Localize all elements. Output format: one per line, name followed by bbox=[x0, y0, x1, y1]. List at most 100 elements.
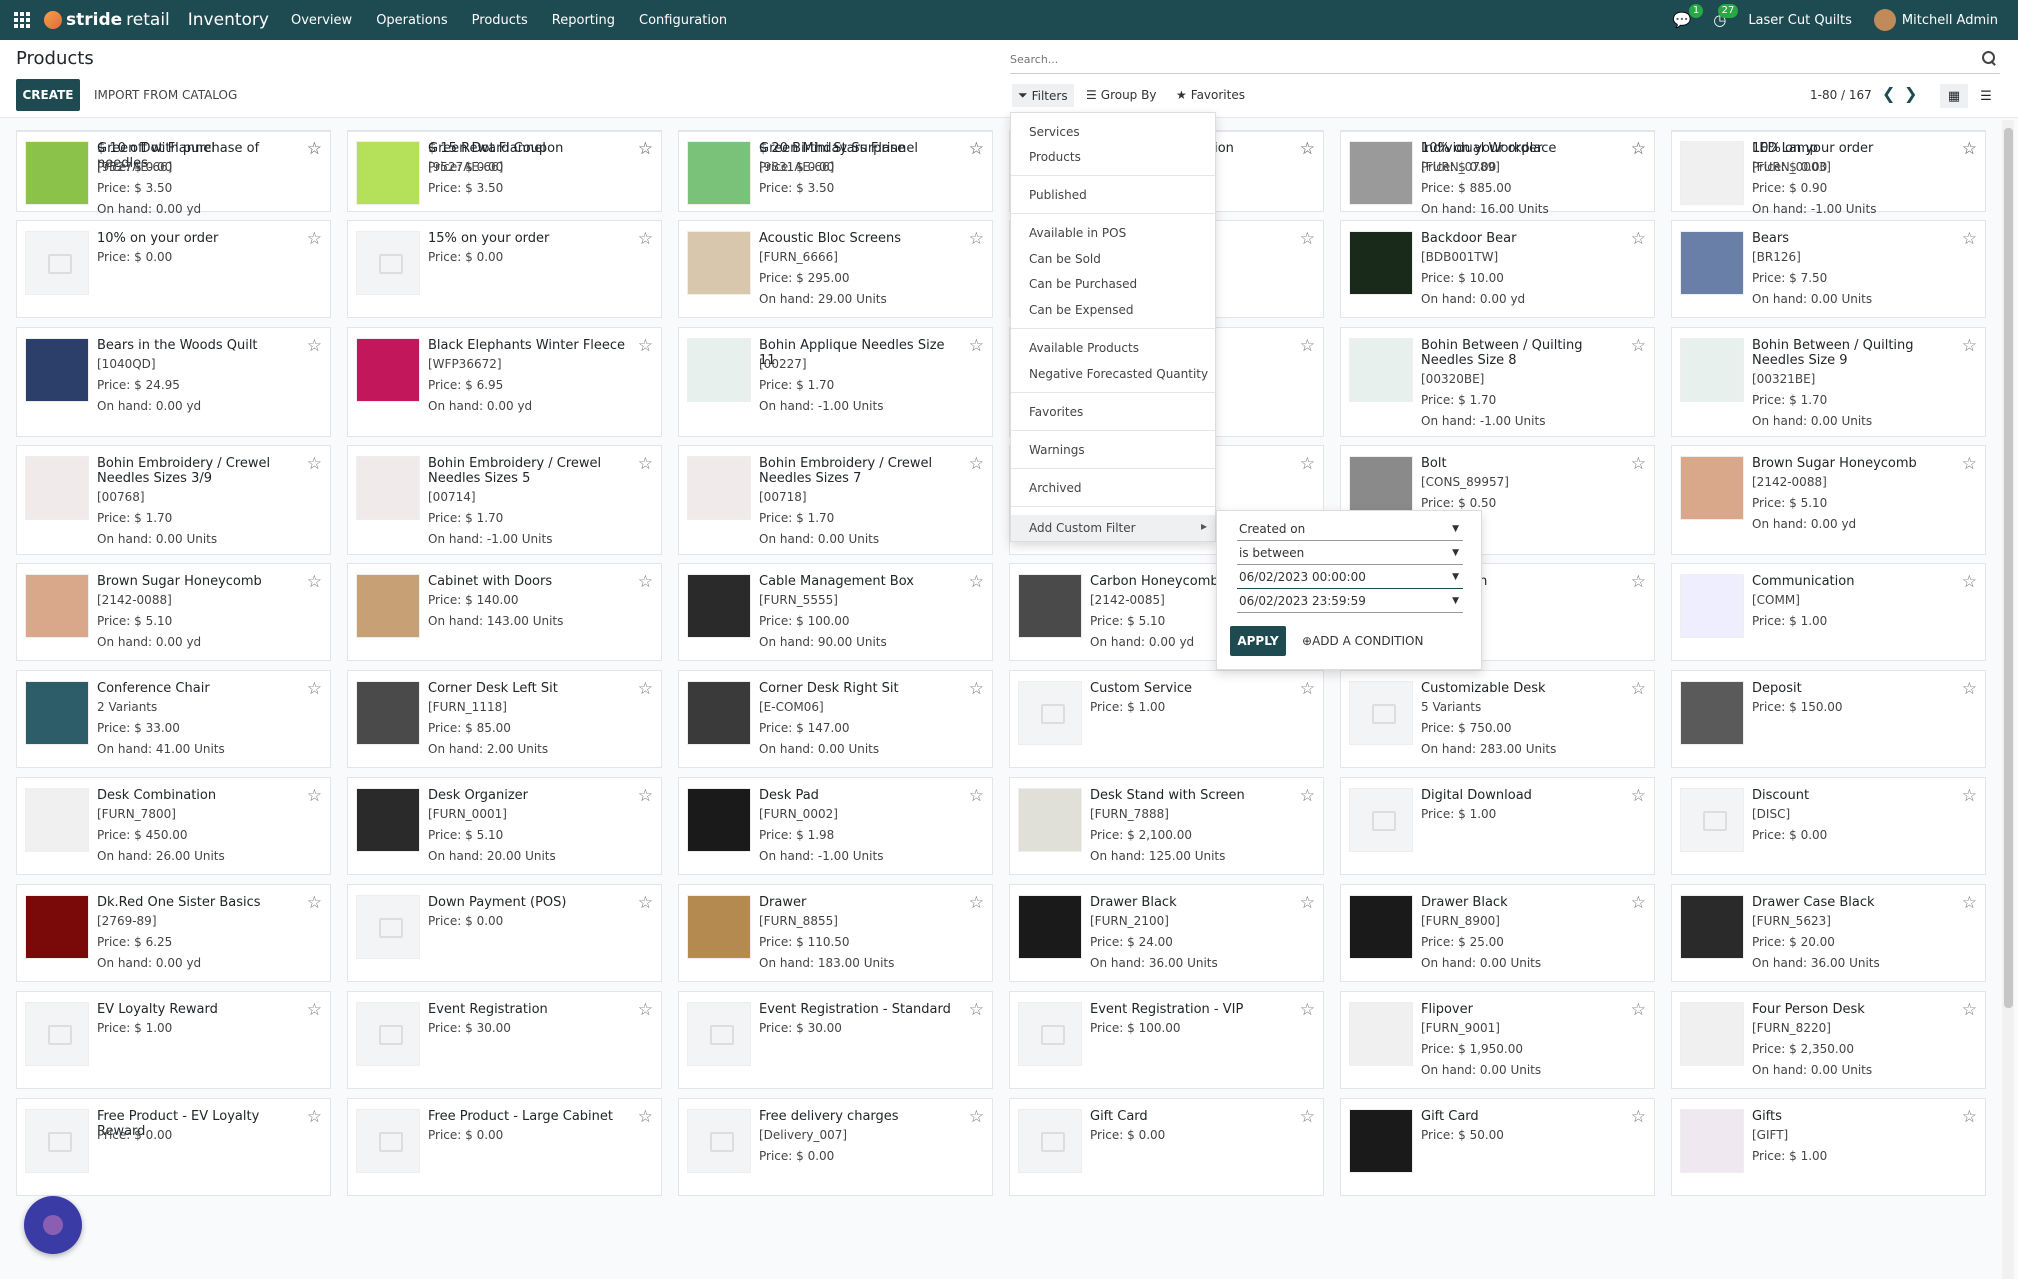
favorite-star-icon[interactable]: ☆ bbox=[638, 1000, 653, 1020]
product-card[interactable]: Drawer [FURN_8855] Price: $ 110.50 On hand:… bbox=[678, 884, 993, 982]
field-select[interactable]: Created on ▼ bbox=[1237, 519, 1463, 541]
live-chat-button[interactable] bbox=[24, 1196, 82, 1254]
filter-available-in-pos[interactable]: Available in POS bbox=[1029, 226, 1126, 240]
messages-icon[interactable]: 💬 1 bbox=[1673, 4, 1704, 29]
product-card[interactable]: Gift Card Price: $ 50.00 ☆ bbox=[1340, 1098, 1655, 1196]
filter-negative-forecasted[interactable]: Negative Forecasted Quantity bbox=[1029, 367, 1208, 381]
product-card[interactable]: Flipover [FURN_9001] Price: $ 1,950.00 On h… bbox=[1340, 991, 1655, 1089]
favorite-star-icon[interactable]: ☆ bbox=[638, 679, 653, 699]
product-card[interactable]: Green Dot Flannel [9527AE-66] Price: $ 3.5… bbox=[347, 130, 662, 205]
filter-archived[interactable]: Archived bbox=[1029, 481, 1082, 495]
favorite-star-icon[interactable]: ☆ bbox=[1300, 786, 1315, 806]
favorite-star-icon[interactable]: ☆ bbox=[969, 1107, 984, 1127]
filter-services[interactable]: Services bbox=[1029, 125, 1080, 139]
product-card[interactable]: 10% on your order Price: $ 0.00 ☆ bbox=[16, 220, 331, 318]
product-card[interactable]: Bohin Embroidery / Crewel Needles Sizes … bbox=[16, 445, 331, 555]
add-custom-filter-toggle[interactable]: Add Custom Filter ▸ bbox=[1011, 515, 1215, 541]
product-card[interactable]: LED Lamp [FURN_0003] Price: $ 0.90 On hand:… bbox=[1671, 130, 1986, 216]
favorite-star-icon[interactable]: ☆ bbox=[1300, 1107, 1315, 1127]
product-card[interactable]: Event Registration Price: $ 30.00 ☆ bbox=[347, 991, 662, 1089]
favorite-star-icon[interactable]: ☆ bbox=[1631, 1000, 1646, 1020]
product-card[interactable]: Desk Stand with Screen [FURN_7888] Price: … bbox=[1009, 777, 1324, 875]
operator-select[interactable]: is between ▼ bbox=[1237, 543, 1463, 565]
favorite-star-icon[interactable]: ☆ bbox=[638, 893, 653, 913]
favorite-star-icon[interactable]: ☆ bbox=[969, 139, 984, 159]
favorite-star-icon[interactable]: ☆ bbox=[1962, 893, 1977, 913]
favorite-star-icon[interactable]: ☆ bbox=[307, 1107, 322, 1127]
product-card[interactable]: Event Registration - VIP Price: $ 100.00 ☆ bbox=[1009, 991, 1324, 1089]
product-card[interactable]: Backdoor Bear [BDB001TW] Price: $ 10.00 On … bbox=[1340, 220, 1655, 318]
filter-can-be-purchased[interactable]: Can be Purchased bbox=[1029, 277, 1137, 291]
favorite-star-icon[interactable]: ☆ bbox=[1631, 139, 1646, 159]
favorite-star-icon[interactable]: ☆ bbox=[1631, 1107, 1646, 1127]
product-card[interactable]: Bohin Embroidery / Crewel Needles Sizes … bbox=[678, 445, 993, 555]
product-card[interactable]: Cable Management Box [FURN_5555] Price: $ … bbox=[678, 563, 993, 661]
product-card[interactable]: Desk Organizer [FURN_0001] Price: $ 5.10 On… bbox=[347, 777, 662, 875]
favorite-star-icon[interactable]: ☆ bbox=[1300, 679, 1315, 699]
favorite-star-icon[interactable]: ☆ bbox=[969, 454, 984, 474]
favorite-star-icon[interactable]: ☆ bbox=[307, 454, 322, 474]
filter-products[interactable]: Products bbox=[1029, 150, 1081, 164]
product-card[interactable]: Digital Download Price: $ 1.00 ☆ bbox=[1340, 777, 1655, 875]
product-card[interactable]: Free Product - Large Cabinet Price: $ 0.0… bbox=[347, 1098, 662, 1196]
favorite-star-icon[interactable]: ☆ bbox=[1962, 1000, 1977, 1020]
favorite-star-icon[interactable]: ☆ bbox=[1962, 229, 1977, 249]
favorite-star-icon[interactable]: ☆ bbox=[307, 229, 322, 249]
menu-products[interactable]: Products bbox=[472, 13, 528, 28]
product-card[interactable]: Drawer Black [FURN_2100] Price: $ 24.00 On … bbox=[1009, 884, 1324, 982]
pager-next-icon[interactable]: ❯ bbox=[1904, 84, 1917, 103]
favorite-star-icon[interactable]: ☆ bbox=[638, 336, 653, 356]
favorite-star-icon[interactable]: ☆ bbox=[1300, 1000, 1315, 1020]
add-condition-button[interactable]: ⊕ADD A CONDITION bbox=[1302, 634, 1423, 648]
favorite-star-icon[interactable]: ☆ bbox=[1962, 572, 1977, 592]
favorite-star-icon[interactable]: ☆ bbox=[969, 679, 984, 699]
create-button[interactable]: CREATE bbox=[16, 79, 80, 111]
favorite-star-icon[interactable]: ☆ bbox=[1300, 229, 1315, 249]
product-card[interactable]: Bears in the Woods Quilt [1040QD] Price: $… bbox=[16, 327, 331, 437]
filter-published[interactable]: Published bbox=[1029, 188, 1087, 202]
product-card[interactable]: Deposit Price: $ 150.00 ☆ bbox=[1671, 670, 1986, 768]
menu-configuration[interactable]: Configuration bbox=[639, 13, 727, 28]
favorite-star-icon[interactable]: ☆ bbox=[1962, 679, 1977, 699]
date-to-input[interactable]: 06/02/2023 23:59:59 ▼ bbox=[1237, 591, 1463, 613]
filter-can-be-sold[interactable]: Can be Sold bbox=[1029, 252, 1101, 266]
favorite-star-icon[interactable]: ☆ bbox=[1631, 336, 1646, 356]
app-name[interactable]: Inventory bbox=[188, 10, 269, 30]
product-card[interactable]: Discount [DISC] Price: $ 0.00 ☆ bbox=[1671, 777, 1986, 875]
product-card[interactable]: Drawer Case Black [FURN_5623] Price: $ 20.… bbox=[1671, 884, 1986, 982]
product-card[interactable]: Free Product - EV Loyalty Reward Price: $… bbox=[16, 1098, 331, 1196]
apps-menu-icon[interactable] bbox=[0, 0, 44, 40]
favorite-star-icon[interactable]: ☆ bbox=[969, 1000, 984, 1020]
company-switcher[interactable]: Laser Cut Quilts bbox=[1748, 13, 1852, 28]
favorite-star-icon[interactable]: ☆ bbox=[1631, 454, 1646, 474]
filter-favorites[interactable]: Favorites bbox=[1029, 405, 1083, 419]
favorite-star-icon[interactable]: ☆ bbox=[1300, 139, 1315, 159]
favorite-star-icon[interactable]: ☆ bbox=[638, 454, 653, 474]
product-card[interactable]: Cabinet with Doors Price: $ 140.00 On hand… bbox=[347, 563, 662, 661]
favorite-star-icon[interactable]: ☆ bbox=[638, 786, 653, 806]
favorite-star-icon[interactable]: ☆ bbox=[1300, 336, 1315, 356]
favorite-star-icon[interactable]: ☆ bbox=[1300, 893, 1315, 913]
date-from-input[interactable]: 06/02/2023 00:00:00 ▼ bbox=[1237, 567, 1463, 589]
favorite-star-icon[interactable]: ☆ bbox=[969, 572, 984, 592]
menu-overview[interactable]: Overview bbox=[291, 13, 352, 28]
product-card[interactable]: Bohin Between / Quilting Needles Size 9 [… bbox=[1671, 327, 1986, 437]
filter-can-be-expensed[interactable]: Can be Expensed bbox=[1029, 303, 1134, 317]
product-card[interactable]: 15% on your order Price: $ 0.00 ☆ bbox=[347, 220, 662, 318]
activity-clock-icon[interactable]: ◷ 27 bbox=[1713, 4, 1739, 29]
list-view-icon[interactable]: ☰ bbox=[1972, 84, 2000, 108]
product-card[interactable]: Desk Combination [FURN_7800] Price: $ 450.… bbox=[16, 777, 331, 875]
product-card[interactable]: Conference Chair 2 Variants Price: $ 33.00… bbox=[16, 670, 331, 768]
favorite-star-icon[interactable]: ☆ bbox=[969, 336, 984, 356]
product-card[interactable]: Individual Workplace [FURN_0789] Price: $ … bbox=[1340, 130, 1655, 216]
filters-button[interactable]: ⏷ Filters bbox=[1012, 84, 1074, 107]
search-icon[interactable] bbox=[1982, 51, 1996, 65]
menu-reporting[interactable]: Reporting bbox=[552, 13, 615, 28]
product-card[interactable]: Brown Sugar Honeycomb [2142-0088] Price: $… bbox=[16, 563, 331, 661]
menu-operations[interactable]: Operations bbox=[376, 13, 447, 28]
product-card[interactable]: Down Payment (POS) Price: $ 0.00 ☆ bbox=[347, 884, 662, 982]
group-by-button[interactable]: ☰ Group By bbox=[1086, 88, 1156, 102]
product-card[interactable]: Dk.Red One Sister Basics [2769-89] Price: … bbox=[16, 884, 331, 982]
product-card[interactable]: Customizable Desk 5 Variants Price: $ 750.… bbox=[1340, 670, 1655, 768]
favorite-star-icon[interactable]: ☆ bbox=[638, 229, 653, 249]
